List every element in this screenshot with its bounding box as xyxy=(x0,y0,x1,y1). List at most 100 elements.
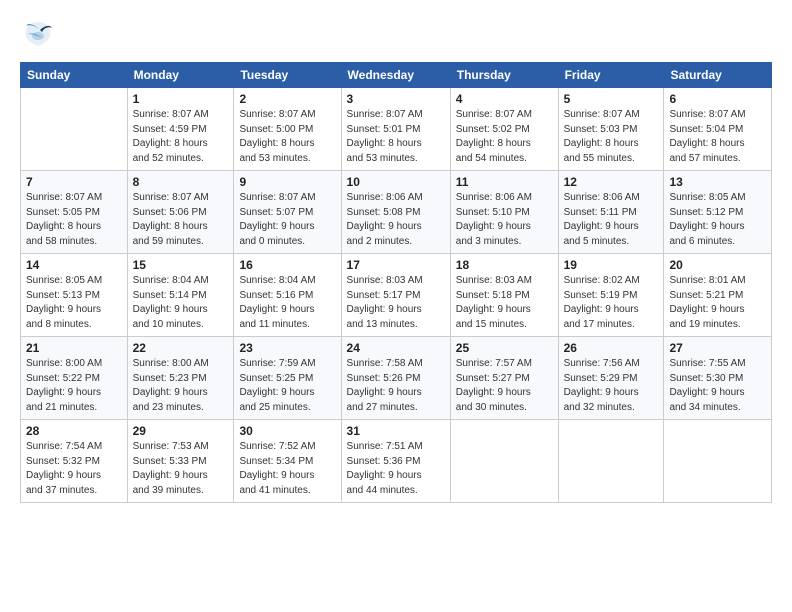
day-number: 9 xyxy=(239,175,335,189)
calendar-header-wednesday: Wednesday xyxy=(341,63,450,88)
calendar-cell: 21 Sunrise: 8:00 AMSunset: 5:22 PMDayligh… xyxy=(21,337,128,420)
calendar-cell: 9 Sunrise: 8:07 AMSunset: 5:07 PMDaylight… xyxy=(234,171,341,254)
calendar-cell: 25Sunrise: 7:57 AMSunset: 5:27 PMDayligh… xyxy=(450,337,558,420)
calendar-cell: 30Sunrise: 7:52 AMSunset: 5:34 PMDayligh… xyxy=(234,420,341,503)
calendar-cell: 4 Sunrise: 8:07 AMSunset: 5:02 PMDaylight… xyxy=(450,88,558,171)
calendar-cell: 29 Sunrise: 7:53 AMSunset: 5:33 PMDayligh… xyxy=(127,420,234,503)
calendar-cell: 11 Sunrise: 8:06 AMSunset: 5:10 PMDayligh… xyxy=(450,171,558,254)
calendar-header-sunday: Sunday xyxy=(21,63,128,88)
calendar-cell: 23Sunrise: 7:59 AMSunset: 5:25 PMDayligh… xyxy=(234,337,341,420)
calendar-cell: 6Sunrise: 8:07 AMSunset: 5:04 PMDaylight… xyxy=(664,88,772,171)
calendar-cell: 15 Sunrise: 8:04 AMSunset: 5:14 PMDayligh… xyxy=(127,254,234,337)
day-info: Sunrise: 7:55 AMSunset: 5:30 PMDaylight:… xyxy=(669,357,766,415)
day-number: 28 xyxy=(26,424,122,438)
day-number: 12 xyxy=(564,175,659,189)
calendar-cell xyxy=(450,420,558,503)
calendar-cell: 14Sunrise: 8:05 AMSunset: 5:13 PMDayligh… xyxy=(21,254,128,337)
day-number: 5 xyxy=(564,92,659,106)
calendar-header-tuesday: Tuesday xyxy=(234,63,341,88)
calendar-cell: 26Sunrise: 7:56 AMSunset: 5:29 PMDayligh… xyxy=(558,337,664,420)
page: SundayMondayTuesdayWednesdayThursdayFrid… xyxy=(0,0,792,612)
day-info: Sunrise: 8:07 AMSunset: 5:07 PMDaylight:… xyxy=(239,191,335,249)
day-info: Sunrise: 7:53 AMSunset: 5:33 PMDaylight:… xyxy=(133,440,229,498)
calendar-cell: 7 Sunrise: 8:07 AMSunset: 5:05 PMDaylight… xyxy=(21,171,128,254)
day-info: Sunrise: 8:02 AMSunset: 5:19 PMDaylight:… xyxy=(564,274,659,332)
calendar-cell: 2 Sunrise: 8:07 AMSunset: 5:00 PMDaylight… xyxy=(234,88,341,171)
calendar-cell: 12 Sunrise: 8:06 AMSunset: 5:11 PMDayligh… xyxy=(558,171,664,254)
calendar-cell: 10 Sunrise: 8:06 AMSunset: 5:08 PMDayligh… xyxy=(341,171,450,254)
day-number: 11 xyxy=(456,175,553,189)
day-info: Sunrise: 7:52 AMSunset: 5:34 PMDaylight:… xyxy=(239,440,335,498)
calendar-cell: 28 Sunrise: 7:54 AMSunset: 5:32 PMDayligh… xyxy=(21,420,128,503)
calendar-week-2: 7 Sunrise: 8:07 AMSunset: 5:05 PMDaylight… xyxy=(21,171,772,254)
calendar-week-3: 14Sunrise: 8:05 AMSunset: 5:13 PMDayligh… xyxy=(21,254,772,337)
day-number: 4 xyxy=(456,92,553,106)
calendar-week-1: 1 Sunrise: 8:07 AMSunset: 4:59 PMDaylight… xyxy=(21,88,772,171)
calendar-header-row: SundayMondayTuesdayWednesdayThursdayFrid… xyxy=(21,63,772,88)
day-info: Sunrise: 7:58 AMSunset: 5:26 PMDaylight:… xyxy=(347,357,445,415)
day-info: Sunrise: 7:54 AMSunset: 5:32 PMDaylight:… xyxy=(26,440,122,498)
calendar-cell: 19 Sunrise: 8:02 AMSunset: 5:19 PMDayligh… xyxy=(558,254,664,337)
calendar-week-5: 28 Sunrise: 7:54 AMSunset: 5:32 PMDayligh… xyxy=(21,420,772,503)
day-info: Sunrise: 8:07 AMSunset: 5:03 PMDaylight:… xyxy=(564,108,659,166)
day-number: 17 xyxy=(347,258,445,272)
day-info: Sunrise: 8:06 AMSunset: 5:08 PMDaylight:… xyxy=(347,191,445,249)
calendar-cell: 8 Sunrise: 8:07 AMSunset: 5:06 PMDaylight… xyxy=(127,171,234,254)
calendar-cell: 16Sunrise: 8:04 AMSunset: 5:16 PMDayligh… xyxy=(234,254,341,337)
logo-icon xyxy=(20,16,56,52)
day-info: Sunrise: 7:51 AMSunset: 5:36 PMDaylight:… xyxy=(347,440,445,498)
day-number: 27 xyxy=(669,341,766,355)
day-number: 20 xyxy=(669,258,766,272)
day-info: Sunrise: 8:07 AMSunset: 5:04 PMDaylight:… xyxy=(669,108,766,166)
day-info: Sunrise: 8:05 AMSunset: 5:12 PMDaylight:… xyxy=(669,191,766,249)
day-info: Sunrise: 8:03 AMSunset: 5:18 PMDaylight:… xyxy=(456,274,553,332)
day-number: 14 xyxy=(26,258,122,272)
day-number: 18 xyxy=(456,258,553,272)
logo xyxy=(20,16,60,52)
day-info: Sunrise: 8:00 AMSunset: 5:23 PMDaylight:… xyxy=(133,357,229,415)
day-info: Sunrise: 8:07 AMSunset: 5:05 PMDaylight:… xyxy=(26,191,122,249)
day-number: 8 xyxy=(133,175,229,189)
calendar-cell: 1 Sunrise: 8:07 AMSunset: 4:59 PMDaylight… xyxy=(127,88,234,171)
calendar-header-thursday: Thursday xyxy=(450,63,558,88)
day-info: Sunrise: 8:07 AMSunset: 5:06 PMDaylight:… xyxy=(133,191,229,249)
day-number: 16 xyxy=(239,258,335,272)
day-number: 24 xyxy=(347,341,445,355)
day-number: 10 xyxy=(347,175,445,189)
day-number: 1 xyxy=(133,92,229,106)
calendar-cell: 27 Sunrise: 7:55 AMSunset: 5:30 PMDayligh… xyxy=(664,337,772,420)
calendar-header-friday: Friday xyxy=(558,63,664,88)
day-number: 26 xyxy=(564,341,659,355)
day-number: 29 xyxy=(133,424,229,438)
calendar-cell: 5 Sunrise: 8:07 AMSunset: 5:03 PMDaylight… xyxy=(558,88,664,171)
calendar-header-monday: Monday xyxy=(127,63,234,88)
day-number: 19 xyxy=(564,258,659,272)
calendar-cell: 20 Sunrise: 8:01 AMSunset: 5:21 PMDayligh… xyxy=(664,254,772,337)
day-info: Sunrise: 8:04 AMSunset: 5:14 PMDaylight:… xyxy=(133,274,229,332)
day-number: 2 xyxy=(239,92,335,106)
day-info: Sunrise: 8:07 AMSunset: 4:59 PMDaylight:… xyxy=(133,108,229,166)
day-info: Sunrise: 8:06 AMSunset: 5:11 PMDaylight:… xyxy=(564,191,659,249)
calendar-cell: 31Sunrise: 7:51 AMSunset: 5:36 PMDayligh… xyxy=(341,420,450,503)
day-info: Sunrise: 8:03 AMSunset: 5:17 PMDaylight:… xyxy=(347,274,445,332)
day-number: 3 xyxy=(347,92,445,106)
calendar-header-saturday: Saturday xyxy=(664,63,772,88)
day-info: Sunrise: 8:06 AMSunset: 5:10 PMDaylight:… xyxy=(456,191,553,249)
day-info: Sunrise: 8:07 AMSunset: 5:02 PMDaylight:… xyxy=(456,108,553,166)
calendar-cell: 13Sunrise: 8:05 AMSunset: 5:12 PMDayligh… xyxy=(664,171,772,254)
calendar-cell: 24 Sunrise: 7:58 AMSunset: 5:26 PMDayligh… xyxy=(341,337,450,420)
day-info: Sunrise: 8:07 AMSunset: 5:01 PMDaylight:… xyxy=(347,108,445,166)
day-info: Sunrise: 8:07 AMSunset: 5:00 PMDaylight:… xyxy=(239,108,335,166)
day-number: 7 xyxy=(26,175,122,189)
calendar-cell: 18 Sunrise: 8:03 AMSunset: 5:18 PMDayligh… xyxy=(450,254,558,337)
calendar-cell: 17 Sunrise: 8:03 AMSunset: 5:17 PMDayligh… xyxy=(341,254,450,337)
calendar-table: SundayMondayTuesdayWednesdayThursdayFrid… xyxy=(20,62,772,503)
calendar-cell: 3 Sunrise: 8:07 AMSunset: 5:01 PMDaylight… xyxy=(341,88,450,171)
day-info: Sunrise: 8:00 AMSunset: 5:22 PMDaylight:… xyxy=(26,357,122,415)
day-number: 23 xyxy=(239,341,335,355)
day-info: Sunrise: 8:01 AMSunset: 5:21 PMDaylight:… xyxy=(669,274,766,332)
day-number: 21 xyxy=(26,341,122,355)
calendar-week-4: 21 Sunrise: 8:00 AMSunset: 5:22 PMDayligh… xyxy=(21,337,772,420)
day-number: 15 xyxy=(133,258,229,272)
calendar-cell xyxy=(558,420,664,503)
